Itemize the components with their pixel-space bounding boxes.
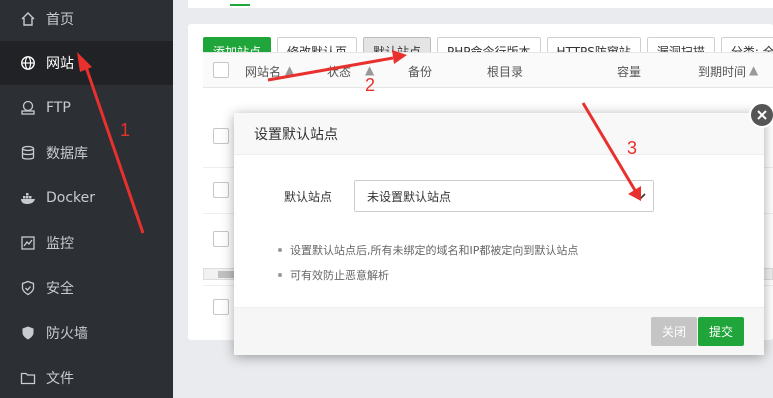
default-site-dialog: 设置默认站点 默认站点 未设置默认站点 设置默认站点后,所有未绑定的域名和IP都… [234,113,764,355]
sidebar-item-docker[interactable]: Docker [0,176,173,220]
sidebar-item-files[interactable]: 文件 [0,356,173,398]
dialog-close-icon[interactable] [749,102,773,128]
sort-asc-icon[interactable]: ▲ [285,63,294,77]
column-header-root: 根目录 [487,65,524,79]
sidebar-item-label: 安全 [46,281,74,297]
table-header: 网站名 ▲ 状态 ▲ 备份 根目录 容量 到期时间 ▲ [203,52,773,88]
sidebar-item-label: 文件 [46,371,74,387]
column-header-backup: 备份 [408,65,433,79]
dialog-footer: 关闭 提交 [234,307,764,355]
sidebar-item-label: FTP [46,100,71,116]
firewall-icon [20,325,36,341]
column-header-capacity: 容量 [617,65,642,79]
close-button[interactable]: 关闭 [651,317,698,346]
monitor-icon [20,235,36,251]
sidebar-item-database[interactable]: 数据库 [0,131,173,175]
sidebar-item-label: Docker [46,190,96,206]
database-icon [20,145,36,161]
default-site-label: 默认站点 [284,190,333,204]
docker-icon [20,190,36,206]
tab-strip [188,0,773,8]
row-checkbox[interactable] [213,128,229,144]
select-all-checkbox[interactable] [213,62,229,78]
column-header-status[interactable]: 状态 [327,63,351,80]
row-checkbox[interactable] [213,231,229,247]
sidebar-item-label: 防火墙 [46,326,88,342]
sidebar-item-label: 首页 [46,12,74,28]
sidebar-item-home[interactable]: 首页 [0,0,173,41]
active-tab-indicator [230,4,250,6]
annotation-label: 3 [627,138,638,158]
home-icon [20,11,36,27]
batch-select-checkbox[interactable] [213,299,229,315]
select-value: 未设置默认站点 [367,189,452,204]
tip-item: 可有效防止恶意解析 [278,267,578,283]
annotation-label: 2 [365,75,376,95]
tips-list: 设置默认站点后,所有未绑定的域名和IP都被定向到默认站点 可有效防止恶意解析 [278,242,578,292]
sidebar-item-label: 监控 [46,236,74,252]
column-header-expiry[interactable]: 到期时间 [698,63,746,80]
sidebar: 首页 网站 FTP 数据库 Docker 监控 安全 防火墙 文件 [0,0,173,398]
sidebar-item-security[interactable]: 安全 [0,266,173,310]
submit-button[interactable]: 提交 [698,317,745,346]
sidebar-item-label: 数据库 [46,146,88,162]
row-checkbox[interactable] [213,182,229,198]
shield-icon [20,280,36,296]
sort-asc-icon[interactable]: ▲ [749,63,758,77]
sidebar-item-firewall[interactable]: 防火墙 [0,311,173,355]
ftp-icon [20,100,36,116]
annotation-label: 1 [120,120,131,140]
sidebar-item-website[interactable]: 网站 [0,41,173,85]
sidebar-item-monitor[interactable]: 监控 [0,221,173,265]
sidebar-item-ftp[interactable]: FTP [0,86,173,130]
default-site-select[interactable]: 未设置默认站点 [354,180,654,212]
globe-icon [20,55,36,71]
tip-item: 设置默认站点后,所有未绑定的域名和IP都被定向到默认站点 [278,242,578,258]
sidebar-item-label: 网站 [46,56,74,72]
dialog-title: 设置默认站点 [234,113,764,155]
folder-icon [20,370,36,386]
chevron-down-icon [636,193,646,200]
column-header-sitename[interactable]: 网站名 [245,63,281,80]
